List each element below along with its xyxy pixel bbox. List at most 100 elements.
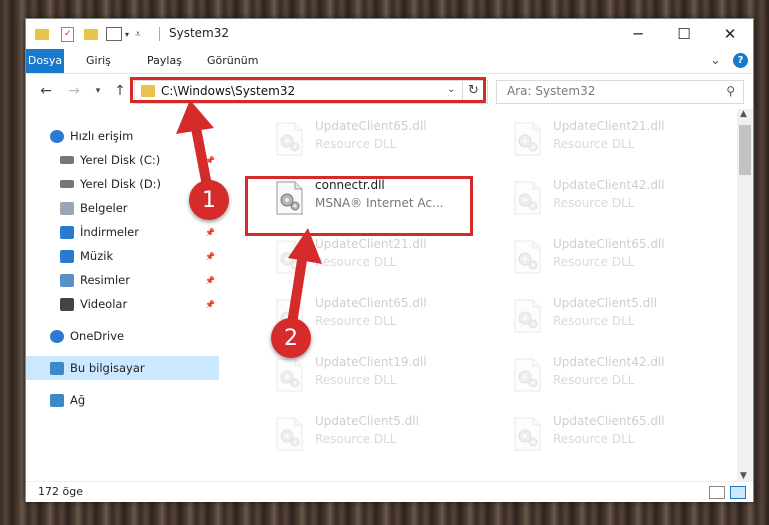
computer-icon — [50, 361, 64, 375]
file-tile[interactable]: UpdateClient42.dll Resource DLL — [503, 172, 731, 224]
sidebar-item-label: OneDrive — [70, 329, 125, 343]
sidebar-item[interactable]: Bu bilgisayar — [26, 356, 219, 380]
dll-file-icon — [509, 357, 545, 393]
maximize-button[interactable]: ☐ — [661, 19, 707, 49]
new-folder-icon[interactable] — [84, 28, 98, 40]
customize-toolbar-icon[interactable]: ⩡ — [135, 29, 141, 40]
file-name: UpdateClient21.dll — [315, 237, 427, 251]
file-explorer-window: ✓ ▾ ⩡ System32 ─ ☐ ✕ Dosya Giriş Paylaş … — [25, 18, 754, 502]
tab-home[interactable]: Giriş — [86, 49, 111, 73]
pin-icon[interactable]: 📌 — [205, 228, 215, 237]
scrollbar-thumb[interactable] — [739, 125, 751, 175]
scroll-down-icon[interactable]: ▼ — [740, 471, 747, 481]
sidebar-item[interactable]: Resimler 📌 — [26, 268, 219, 292]
recent-locations-icon[interactable]: ▾ — [88, 81, 108, 101]
tab-view[interactable]: Görünüm — [207, 49, 258, 73]
file-name: UpdateClient42.dll — [553, 355, 665, 369]
close-button[interactable]: ✕ — [707, 19, 753, 49]
sidebar-item-label: Videolar — [80, 297, 128, 311]
sidebar-item-label: Belgeler — [80, 201, 128, 215]
tiles-view-icon[interactable] — [730, 486, 746, 499]
ribbon-expand-icon[interactable]: ⌄ — [710, 53, 721, 68]
back-arrow-icon[interactable]: ← — [36, 81, 56, 101]
pin-icon[interactable]: 📌 — [205, 252, 215, 261]
sidebar-item[interactable]: Ağ — [26, 388, 219, 412]
sidebar-item-label: Hızlı erişim — [70, 129, 134, 143]
minimize-button[interactable]: ─ — [615, 19, 661, 49]
chevron-down-icon[interactable]: ▾ — [125, 30, 129, 39]
file-name: UpdateClient65.dll — [553, 237, 665, 251]
title-separator — [159, 27, 160, 41]
view-options-icon[interactable] — [106, 27, 122, 41]
file-description: Resource DLL — [553, 314, 635, 328]
properties-icon[interactable]: ✓ — [61, 26, 74, 42]
file-description: Resource DLL — [553, 255, 635, 269]
sidebar-item-label: Resimler — [80, 273, 130, 287]
sidebar-item[interactable]: İndirmeler 📌 — [26, 220, 219, 244]
file-description: Resource DLL — [315, 255, 397, 269]
folder-icon[interactable] — [35, 28, 49, 40]
ribbon-tabs: Dosya Giriş Paylaş Görünüm ⌄ ? — [26, 49, 753, 74]
sidebar-item-label: Ağ — [70, 393, 86, 407]
title-bar: ✓ ▾ ⩡ System32 ─ ☐ ✕ — [26, 19, 753, 49]
dll-file-icon — [271, 357, 307, 393]
sidebar-item-label: İndirmeler — [80, 225, 139, 239]
search-icon[interactable]: ⚲ — [726, 84, 735, 98]
vertical-scrollbar[interactable]: ▲ ▼ — [737, 109, 753, 481]
star-icon — [50, 129, 64, 143]
pin-icon[interactable]: 📌 — [205, 300, 215, 309]
status-bar: 172 öge — [26, 481, 753, 502]
dll-file-icon — [271, 416, 307, 452]
file-name: UpdateClient65.dll — [553, 414, 665, 428]
forward-arrow-icon[interactable]: → — [64, 81, 84, 101]
details-view-icon[interactable] — [709, 486, 725, 499]
sidebar-item[interactable]: Yerel Disk (C:) 📌 — [26, 148, 219, 172]
file-description: Resource DLL — [553, 196, 635, 210]
sidebar-item[interactable]: Müzik 📌 — [26, 244, 219, 268]
drive-icon — [60, 156, 74, 164]
help-icon[interactable]: ? — [733, 53, 748, 68]
file-tile[interactable]: UpdateClient65.dll Resource DLL — [265, 113, 493, 165]
sidebar-item-label: Bu bilgisayar — [70, 361, 145, 375]
address-highlight-box — [130, 77, 486, 103]
file-description: Resource DLL — [315, 432, 397, 446]
document-icon — [60, 201, 74, 215]
dll-file-icon — [509, 121, 545, 157]
file-description: Resource DLL — [315, 373, 397, 387]
download-icon — [60, 225, 74, 239]
pin-icon[interactable]: 📌 — [205, 276, 215, 285]
window-title: System32 — [169, 26, 230, 40]
music-icon — [60, 249, 74, 263]
file-tile[interactable]: UpdateClient5.dll Resource DLL — [503, 290, 731, 342]
tab-share[interactable]: Paylaş — [147, 49, 182, 73]
file-name: UpdateClient5.dll — [553, 296, 657, 310]
tab-file[interactable]: Dosya — [26, 49, 64, 73]
sidebar-item[interactable]: OneDrive — [26, 324, 219, 348]
video-icon — [60, 297, 74, 311]
dll-file-icon — [271, 239, 307, 275]
file-description: Resource DLL — [315, 314, 397, 328]
network-icon — [50, 393, 64, 407]
file-tile[interactable]: UpdateClient21.dll Resource DLL — [265, 231, 493, 283]
dll-file-icon — [509, 416, 545, 452]
cloud-icon — [50, 329, 64, 343]
file-tile[interactable]: UpdateClient65.dll Resource DLL — [503, 231, 731, 283]
pin-icon[interactable]: 📌 — [205, 156, 215, 165]
scroll-up-icon[interactable]: ▲ — [740, 109, 747, 119]
file-tile[interactable]: UpdateClient21.dll Resource DLL — [503, 113, 731, 165]
sidebar-item[interactable]: Videolar 📌 — [26, 292, 219, 316]
search-box[interactable]: Ara: System32 ⚲ — [496, 80, 744, 104]
search-input[interactable]: Ara: System32 — [507, 84, 595, 98]
file-tile[interactable]: UpdateClient5.dll Resource DLL — [265, 408, 493, 460]
file-tile[interactable]: UpdateClient65.dll Resource DLL — [503, 408, 731, 460]
sidebar-item[interactable]: Hızlı erişim — [26, 124, 219, 148]
file-name: UpdateClient65.dll — [315, 119, 427, 133]
file-description: Resource DLL — [553, 373, 635, 387]
navigation-pane: Hızlı erişim Yerel Disk (C:) 📌 Yerel Disk (… — [26, 109, 219, 481]
file-description: Resource DLL — [553, 432, 635, 446]
file-tile[interactable]: UpdateClient42.dll Resource DLL — [503, 349, 731, 401]
up-arrow-icon[interactable]: ↑ — [110, 81, 130, 101]
dll-file-icon — [271, 121, 307, 157]
pictures-icon — [60, 273, 74, 287]
file-tile[interactable]: UpdateClient19.dll Resource DLL — [265, 349, 493, 401]
